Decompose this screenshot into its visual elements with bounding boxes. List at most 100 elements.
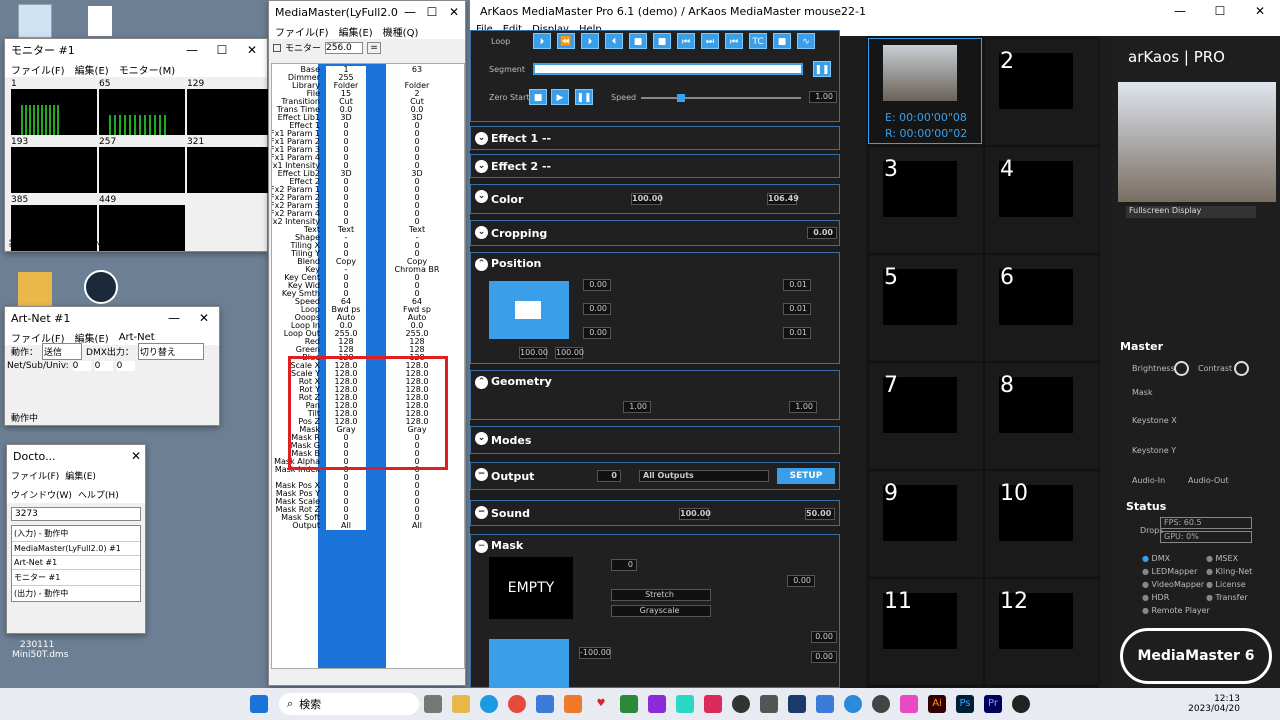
chevron-up-icon[interactable]: ⌃ [475,258,488,271]
clip-slot[interactable]: 2 [984,38,1100,146]
clip-slot[interactable]: 11 [868,578,984,686]
softness-value[interactable]: 0.00 [807,227,837,239]
close-icon[interactable]: ✕ [127,449,145,463]
pos-y-value[interactable]: 0.00 [583,303,611,315]
pos-z-value[interactable]: 0.00 [583,327,611,339]
output-index[interactable]: 0 [597,470,621,482]
menu-edit[interactable]: 編集(E) [339,24,373,39]
display-select[interactable]: Fullscreen Display [1126,206,1256,218]
speed-slider[interactable] [641,97,801,99]
stop-button[interactable]: ■ [529,89,547,105]
menu-edit[interactable]: 編集(E) [75,62,109,77]
scale-x-value[interactable]: 100.00 [519,347,548,359]
app-icon[interactable] [704,695,722,713]
menu-artnet[interactable]: Art-Net [119,332,155,343]
heart-icon[interactable]: ♥ [592,695,610,713]
premiere-icon[interactable]: Pr [984,695,1002,713]
loop-mode-button[interactable]: ⏮ [677,33,695,49]
app-icon[interactable] [620,695,638,713]
maximize-icon[interactable]: ☐ [421,5,443,19]
list-item[interactable]: モニター #1 [12,570,140,586]
pan-value[interactable]: 50.00 [805,508,835,520]
menu-window[interactable]: ウインドウ(W) [11,488,72,501]
menu-edit[interactable]: 編集(E) [65,469,96,482]
chrome-icon[interactable] [508,695,526,713]
folder-icon[interactable] [18,272,52,306]
mask-red[interactable]: 0.00 [811,631,837,643]
illustrator-icon[interactable]: Ai [928,695,946,713]
parameter-value-b[interactable]: 63 [392,66,442,74]
list-item[interactable]: MediaMaster(LyFull2.0) #1 [12,542,140,556]
pause-button[interactable]: ❚❚ [813,61,831,77]
cropping-section[interactable]: ⌄ Cropping 0.00 [470,220,840,246]
app-icon[interactable] [536,695,554,713]
tiling-y-value[interactable]: 1.00 [789,401,817,413]
clip-slot-1[interactable]: E: 00:00'00"08 R: 00:00'00"02 [868,38,982,144]
position-grid[interactable] [489,281,569,339]
minimize-icon[interactable]: — [1160,4,1200,18]
app-icon[interactable] [844,695,862,713]
clip-slot[interactable]: 4 [984,146,1100,254]
clip-slot[interactable]: 8 [984,362,1100,470]
equals-button[interactable]: = [367,41,382,54]
output-select[interactable]: All Outputs [639,470,769,482]
edge-icon[interactable] [480,695,498,713]
output-section[interactable]: − Output 0 All Outputs SETUP [470,462,840,490]
device-combo[interactable]: 3273 [11,507,141,521]
settings-icon[interactable] [424,695,442,713]
mask-edge[interactable]: 0.00 [787,575,815,587]
app-icon[interactable] [872,695,890,713]
aspect-ratio-select[interactable]: Stretch [611,589,711,601]
loop-mode-button[interactable]: ■ [773,33,791,49]
clip-slot[interactable]: 7 [868,362,984,470]
mediamaster-icon[interactable] [1012,695,1030,713]
value-select[interactable]: 256.0 [325,41,364,54]
operation-select[interactable]: 送信 [42,343,83,360]
speed-value[interactable]: 1.00 [809,91,837,103]
loop-mode-button[interactable]: TC [749,33,767,49]
tiling-x-value[interactable]: 1.00 [623,401,651,413]
mask-mode-select[interactable]: Grayscale [611,605,711,617]
explorer-icon[interactable] [452,695,470,713]
clip-slot[interactable]: 9 [868,470,984,578]
rot-y-value[interactable]: 0.01 [783,303,811,315]
maximize-icon[interactable]: ☐ [207,43,237,57]
loop-mode-button[interactable]: ■ [629,33,647,49]
monitor-checkbox[interactable] [273,43,281,52]
menu-file[interactable]: ファイル(F) [275,24,329,39]
clip-slot[interactable]: 12 [984,578,1100,686]
mask-grid[interactable] [489,639,569,689]
effect1-section[interactable]: ⌄ Effect 1 -- [470,126,840,150]
file-icon[interactable] [88,6,112,36]
univ-field[interactable]: 0 [116,361,135,371]
menu-file[interactable]: ファイル(F) [11,62,65,77]
menu-model[interactable]: 機種(Q) [383,24,419,39]
loop-mode-button[interactable]: ∿ [797,33,815,49]
list-item[interactable]: Art-Net #1 [12,556,140,570]
clip-slot[interactable]: 6 [984,254,1100,362]
loop-mode-button[interactable]: ■ [653,33,671,49]
loop-mode-button[interactable]: ⏵ [581,33,599,49]
clip-slot[interactable]: 3 [868,146,984,254]
recycle-bin-icon[interactable] [18,4,52,38]
effect2-section[interactable]: ⌄ Effect 2 -- [470,154,840,178]
rot-z-value[interactable]: 0.01 [783,327,811,339]
list-item[interactable]: (出力) - 動作中 [12,586,140,601]
maximize-icon[interactable]: ☐ [1200,4,1240,18]
clip-slot[interactable]: 5 [868,254,984,362]
sub-field[interactable]: 0 [94,361,113,371]
minimize-icon[interactable]: — [399,5,421,19]
dmx-output-select[interactable]: 切り替え [137,343,204,360]
menu-file[interactable]: ファイル(F) [11,469,59,482]
segment-bar[interactable] [533,63,803,75]
loop-mode-button[interactable]: ⏮ [725,33,743,49]
loop-mode-button[interactable]: ⏪ [557,33,575,49]
color-section[interactable]: ⌄ Color 100.00 106.49 [470,184,840,214]
xbox-icon[interactable] [732,695,750,713]
app-icon[interactable] [676,695,694,713]
clip-slot[interactable]: 10 [984,470,1100,578]
search-box[interactable]: ⌕ 検索 [279,693,419,715]
minimize-icon[interactable]: — [159,311,189,325]
menu-help[interactable]: ヘルプ(H) [78,488,119,501]
mask-green[interactable]: 0.00 [811,651,837,663]
